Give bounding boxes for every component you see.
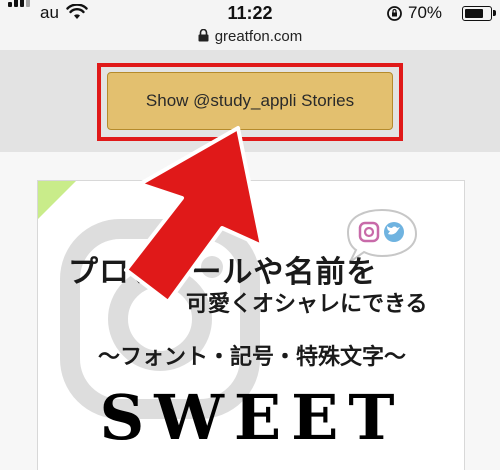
url-domain: greatfon.com bbox=[214, 28, 303, 45]
card-title-line-2: 可愛くオシャレにできる bbox=[186, 292, 428, 317]
padlock-icon bbox=[198, 28, 209, 42]
article-thumbnail[interactable]: プロフィールや名前を 可愛くオシャレにできる 〜フォント・記号・特殊文字〜 SW… bbox=[37, 180, 465, 470]
battery-percent: 70% bbox=[408, 3, 443, 22]
status-bar: au 11:22 70% bbox=[0, 0, 500, 26]
show-stories-button[interactable]: Show @study_appli Stories bbox=[107, 72, 393, 130]
card-subtitle: 〜フォント・記号・特殊文字〜 bbox=[97, 345, 406, 370]
decorative-font-text: SWEET bbox=[99, 381, 405, 454]
corner-ribbon bbox=[38, 181, 76, 219]
card-title-line-1: プロフィールや名前を bbox=[68, 255, 378, 290]
orientation-lock-icon bbox=[387, 6, 402, 21]
url-bar[interactable]: greatfon.com bbox=[0, 26, 500, 50]
battery-icon bbox=[462, 6, 496, 21]
